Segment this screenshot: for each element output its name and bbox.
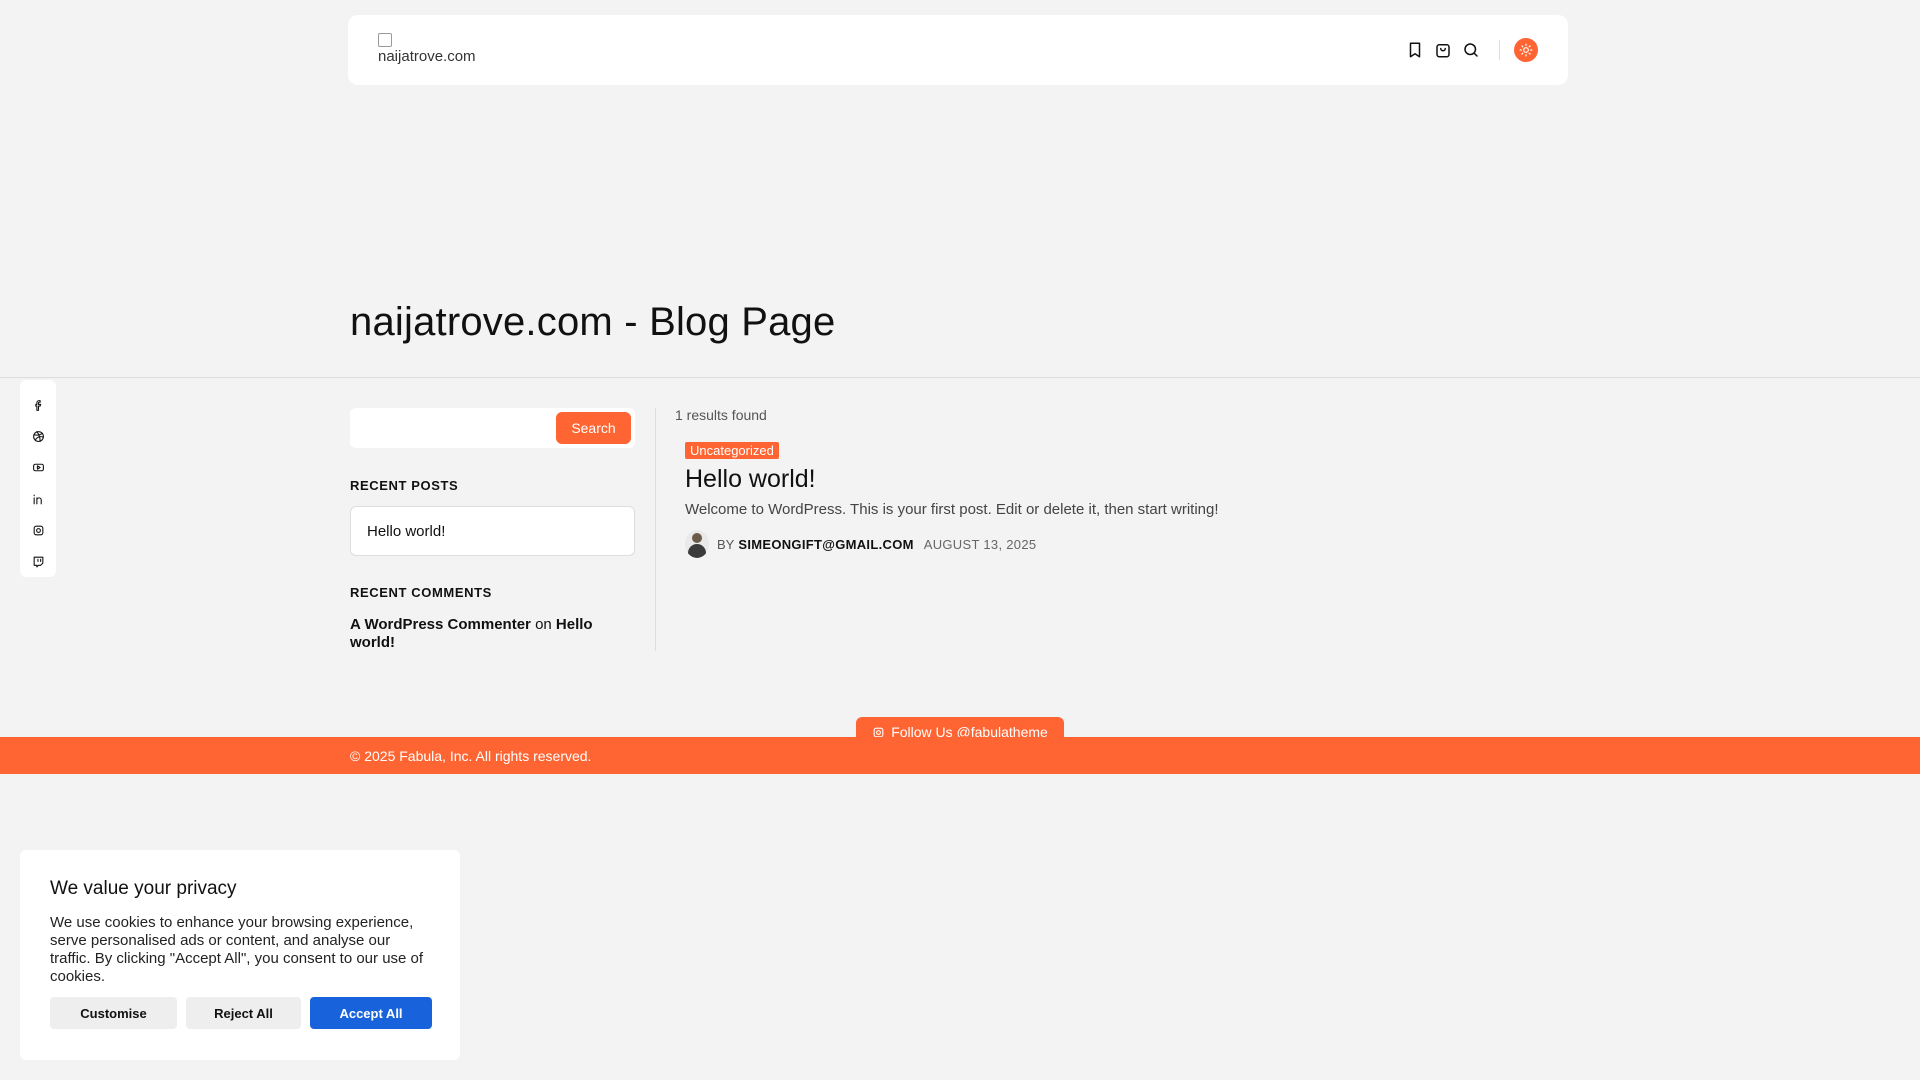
youtube-icon[interactable] [28, 452, 48, 483]
search-icon[interactable] [1457, 36, 1485, 64]
category-badge[interactable]: Uncategorized [685, 442, 779, 459]
avatar[interactable] [685, 530, 709, 558]
title-divider [0, 377, 1920, 378]
header-actions [1401, 36, 1538, 64]
cookie-banner: We value your privacy We use cookies to … [20, 850, 460, 1060]
header-divider [1499, 40, 1500, 60]
post-meta: BY SIMEONGIFT@GMAIL.COM AUGUST 13, 2025 [685, 530, 1036, 558]
recent-post-item[interactable]: Hello world! [350, 506, 635, 556]
footer-bar: © 2025 Fabula, Inc. All rights reserved. [0, 737, 1920, 774]
search-button[interactable]: Search [556, 412, 631, 444]
site-logo[interactable]: naijatrove.com [378, 33, 478, 65]
dribbble-icon[interactable] [28, 421, 48, 452]
social-sidebar [20, 380, 56, 577]
sidebar-search: Search [350, 408, 635, 448]
twitch-icon[interactable] [28, 546, 48, 577]
reject-all-button[interactable]: Reject All [186, 997, 301, 1029]
comment-author-link[interactable]: A WordPress Commenter [350, 616, 531, 633]
page-title: naijatrove.com - Blog Page [350, 300, 836, 344]
recent-comments-title: RECENT COMMENTS [350, 585, 492, 600]
post-title-link[interactable]: Hello world! [685, 465, 816, 494]
theme-toggle-button[interactable] [1514, 38, 1538, 62]
linkedin-icon[interactable] [28, 484, 48, 515]
column-divider [655, 408, 656, 651]
cookie-body: We use cookies to enhance your browsing … [50, 914, 424, 985]
author-link[interactable]: SIMEONGIFT@GMAIL.COM [738, 537, 913, 552]
broken-image-icon [378, 33, 392, 47]
comment-on-text: on [535, 616, 552, 633]
facebook-icon[interactable] [28, 390, 48, 421]
recent-posts-title: RECENT POSTS [350, 478, 459, 493]
customise-button[interactable]: Customise [50, 997, 177, 1029]
results-count: 1 results found [675, 407, 767, 423]
shopping-bag-icon[interactable] [1429, 36, 1457, 64]
site-header: naijatrove.com [348, 15, 1568, 85]
recent-comment: A WordPress Commenter on Hello world! [350, 616, 635, 652]
meta-by-label: BY [717, 536, 735, 552]
bookmark-icon[interactable] [1401, 36, 1429, 64]
cookie-buttons: Customise Reject All Accept All [50, 997, 432, 1029]
search-input[interactable] [360, 413, 556, 443]
sun-icon [1519, 43, 1533, 57]
cookie-title: We value your privacy [50, 878, 237, 899]
post-date: AUGUST 13, 2025 [923, 536, 1037, 552]
instagram-icon[interactable] [28, 515, 48, 546]
logo-alt-text: naijatrove.com [378, 49, 476, 65]
copyright-text: © 2025 Fabula, Inc. All rights reserved. [350, 748, 592, 764]
accept-all-button[interactable]: Accept All [310, 997, 432, 1029]
post-excerpt: Welcome to WordPress. This is your first… [685, 501, 1219, 518]
